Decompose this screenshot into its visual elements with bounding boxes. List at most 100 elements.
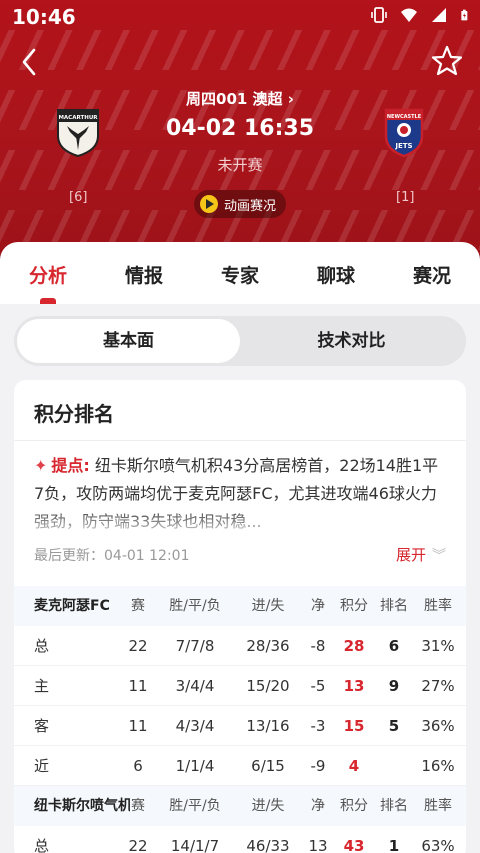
- league-label: 周四001 澳超: [186, 90, 283, 108]
- animation-label: 动画赛况: [224, 198, 277, 214]
- goals: 46/33: [246, 837, 290, 853]
- col-rank: 排名: [380, 798, 408, 814]
- expand-button[interactable]: 展开 ︾: [396, 544, 446, 565]
- rank: 9: [388, 677, 400, 695]
- standings-title: 积分排名: [34, 402, 114, 426]
- col-goals: 进/失: [251, 598, 285, 614]
- tip-fade: [34, 508, 448, 536]
- row-label: 近: [34, 757, 50, 775]
- vibrate-icon: [371, 7, 387, 23]
- main-tabs: 分析 情报 专家 聊球 赛况: [0, 242, 480, 304]
- segment-fundamentals[interactable]: 基本面: [17, 319, 240, 363]
- col-pts: 积分: [340, 798, 368, 814]
- points: 28: [343, 637, 365, 655]
- row-label: 总: [34, 637, 50, 655]
- played: 6: [133, 757, 143, 775]
- wdl: 3/4/4: [175, 677, 215, 695]
- wdl: 4/3/4: [175, 717, 215, 735]
- played: 22: [128, 837, 148, 853]
- tip-label: 提点:: [51, 456, 90, 475]
- col-pts: 积分: [340, 598, 368, 614]
- col-played: 赛: [131, 798, 145, 814]
- home-team-rank: [6]: [69, 190, 88, 205]
- win-rate: 27%: [421, 677, 455, 695]
- chevron-right-icon: ›: [287, 90, 294, 108]
- col-goals: 进/失: [251, 798, 285, 814]
- win-rate: 63%: [421, 837, 455, 853]
- goal-diff: -5: [310, 677, 326, 695]
- rank: 5: [388, 717, 400, 735]
- segment-tech-compare[interactable]: 技术对比: [240, 319, 463, 363]
- rank: 6: [388, 637, 400, 655]
- row-label: 主: [34, 677, 50, 695]
- table-row: 总 22 14/1/7 46/33 13 43 1 63%: [14, 826, 466, 853]
- goals: 15/20: [246, 677, 290, 695]
- team-name: 纽卡斯尔喷气机: [34, 798, 130, 814]
- table-row: 总 22 7/7/8 28/36 -8 28 6 31%: [14, 626, 466, 666]
- standings-card: 积分排名 ✦ 提点: 纽卡斯尔喷气机积43分高居榜首，22场14胜1平7负，攻防两…: [14, 380, 466, 853]
- col-gd: 净: [311, 798, 325, 814]
- away-team-logo[interactable]: NEWCASTLE JETS: [380, 106, 428, 158]
- goals: 6/15: [251, 757, 285, 775]
- play-icon: [200, 195, 218, 213]
- points: 43: [343, 837, 365, 853]
- table-row: 近 6 1/1/4 6/15 -9 4 16%: [14, 746, 466, 786]
- home-team-logo[interactable]: MACARTHUR: [54, 106, 102, 158]
- away-team-rank: [1]: [396, 190, 415, 205]
- home-logo-text: MACARTHUR: [58, 115, 98, 121]
- signal-icon: [432, 8, 446, 22]
- wifi-icon: [401, 8, 417, 22]
- goal-diff: -3: [310, 717, 326, 735]
- tab-chat[interactable]: 聊球: [288, 242, 384, 304]
- tab-analysis[interactable]: 分析: [0, 242, 96, 304]
- col-rank: 排名: [380, 598, 408, 614]
- away-logo-text: NEWCASTLE: [387, 114, 422, 120]
- last-updated: 最后更新：04-01 12:01: [34, 548, 190, 564]
- goals: 28/36: [246, 637, 290, 655]
- table-header-row: 纽卡斯尔喷气机 赛 胜/平/负 进/失 净 积分 排名 胜率: [14, 786, 466, 826]
- divider: [14, 440, 466, 441]
- team-name: 麦克阿瑟FC: [34, 598, 110, 614]
- back-icon[interactable]: [14, 44, 44, 80]
- rank: 1: [388, 837, 400, 853]
- match-header: 10:46 周四001 澳超 › 04-02 16:35 未开赛 MACARTH…: [0, 0, 480, 262]
- table-row: 主 11 3/4/4 15/20 -5 13 9 27%: [14, 666, 466, 706]
- away-standings-table: 纽卡斯尔喷气机 赛 胜/平/负 进/失 净 积分 排名 胜率 总 22 14/1…: [14, 786, 466, 853]
- chevron-down-icon: ︾: [432, 547, 446, 564]
- col-winrate: 胜率: [424, 598, 452, 614]
- wdl: 7/7/8: [175, 637, 215, 655]
- status-time: 10:46: [12, 5, 76, 29]
- col-wdl: 胜/平/负: [169, 798, 221, 814]
- wdl: 1/1/4: [175, 757, 215, 775]
- tab-intel[interactable]: 情报: [96, 242, 192, 304]
- goals: 13/16: [246, 717, 290, 735]
- analysis-segment: 基本面 技术对比: [14, 316, 466, 366]
- status-bar: 10:46: [0, 0, 480, 32]
- played: 11: [128, 677, 148, 695]
- goal-diff: -8: [310, 637, 326, 655]
- col-wdl: 胜/平/负: [169, 598, 221, 614]
- animation-button[interactable]: 动画赛况: [194, 190, 286, 218]
- battery-icon: [461, 9, 468, 21]
- away-logo-sub: JETS: [394, 142, 412, 150]
- col-winrate: 胜率: [424, 798, 452, 814]
- table-row: 客 11 4/3/4 13/16 -3 15 5 36%: [14, 706, 466, 746]
- points: 15: [343, 717, 365, 735]
- col-gd: 净: [311, 598, 325, 614]
- favorite-star-icon[interactable]: [430, 44, 464, 78]
- expand-label: 展开: [395, 546, 426, 564]
- row-label: 客: [34, 717, 50, 735]
- played: 11: [128, 717, 148, 735]
- col-played: 赛: [131, 598, 145, 614]
- tab-experts[interactable]: 专家: [192, 242, 288, 304]
- goal-diff: 13: [308, 837, 328, 853]
- tab-live[interactable]: 赛况: [384, 242, 480, 304]
- home-standings-table: 麦克阿瑟FC 赛 胜/平/负 进/失 净 积分 排名 胜率 总 22 7/7/8…: [14, 586, 466, 786]
- win-rate: 31%: [421, 637, 455, 655]
- sparkle-icon: ✦: [34, 456, 48, 475]
- played: 22: [128, 637, 148, 655]
- win-rate: 36%: [421, 717, 455, 735]
- wdl: 14/1/7: [170, 837, 220, 853]
- goal-diff: -9: [310, 757, 326, 775]
- points: 4: [348, 757, 360, 775]
